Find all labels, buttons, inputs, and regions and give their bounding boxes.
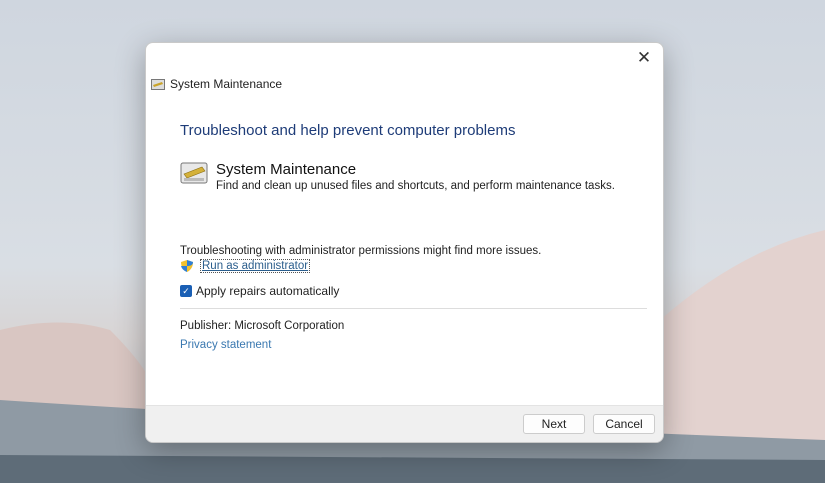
- troubleshooter-dialog: ✕ System Maintenance Troubleshoot and he…: [145, 42, 664, 443]
- troubleshooter-item: System Maintenance Find and clean up unu…: [180, 161, 615, 192]
- apply-repairs-checkbox[interactable]: ✓ Apply repairs automatically: [180, 284, 339, 298]
- divider: [180, 308, 647, 309]
- maintenance-icon: [151, 78, 165, 90]
- troubleshooter-description: Find and clean up unused files and short…: [216, 180, 615, 192]
- checkbox-checked-icon[interactable]: ✓: [180, 285, 192, 297]
- window-title-text: System Maintenance: [170, 77, 283, 91]
- close-button[interactable]: ✕: [633, 47, 655, 69]
- uac-shield-icon: [181, 260, 193, 272]
- next-button[interactable]: Next: [523, 414, 585, 434]
- run-as-administrator-link[interactable]: Run as administrator: [200, 259, 311, 273]
- admin-note: Troubleshooting with administrator permi…: [180, 245, 542, 257]
- apply-repairs-label: Apply repairs automatically: [196, 284, 340, 298]
- publisher-text: Publisher: Microsoft Corporation: [180, 320, 345, 332]
- window-title: System Maintenance: [151, 77, 282, 91]
- dialog-footer: Next Cancel: [146, 405, 663, 442]
- cancel-button[interactable]: Cancel: [593, 414, 655, 434]
- troubleshooter-name: System Maintenance: [216, 161, 357, 178]
- maintenance-icon: [180, 162, 208, 184]
- privacy-statement-link[interactable]: Privacy statement: [180, 339, 271, 351]
- page-heading: Troubleshoot and help prevent computer p…: [180, 122, 516, 139]
